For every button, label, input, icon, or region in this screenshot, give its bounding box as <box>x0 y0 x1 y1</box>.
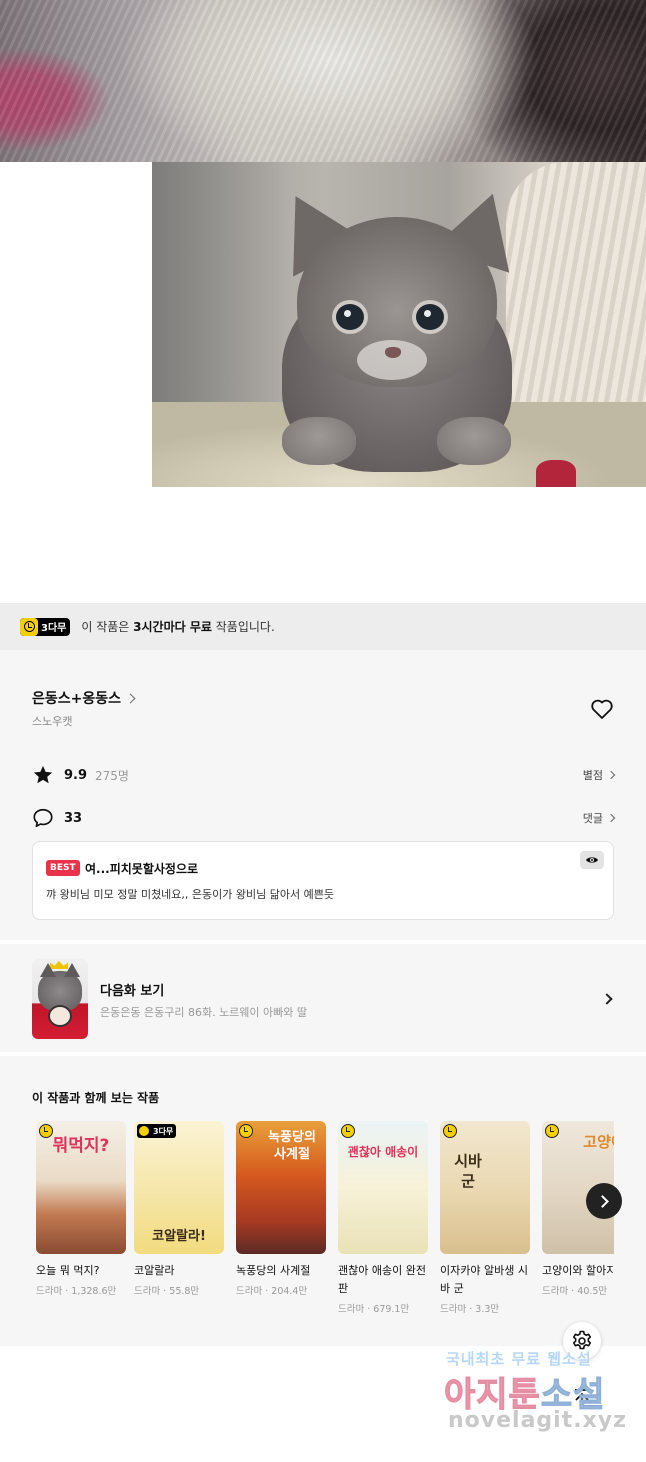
series-title: 은동스+옹동스 <box>32 691 122 707</box>
recommended-title: 녹풍당의 사계절 <box>236 1264 311 1277</box>
recommended-meta: 드라마 · 40.5만 <box>542 1286 608 1297</box>
next-episode-label: 다음화 보기 <box>100 984 165 999</box>
chevron-right-icon <box>595 1194 609 1208</box>
recommended-title: 고양이와 할아지 <box>542 1264 614 1277</box>
chevron-right-icon <box>606 813 616 823</box>
best-comment-author: 여...피치못할사정으로 <box>85 862 199 876</box>
comment-row: 33 댓글 <box>32 807 616 829</box>
comment-bubble-icon <box>33 808 53 828</box>
recommended-cover: 시바 군 <box>440 1121 530 1254</box>
recommended-title: 오늘 뭐 먹지? <box>36 1264 100 1277</box>
recommended-card[interactable]: 시바 군 이자카야 알바생 시바 군 드라마 · 3.3만 <box>440 1121 530 1315</box>
next-episode-row[interactable]: 다음화 보기 은동은동 은동구리 86화. 노르웨이 아빠와 딸 <box>0 944 646 1052</box>
recommended-meta: 드라마 · 679.1만 <box>338 1304 410 1315</box>
rating-count: 275명 <box>95 768 129 783</box>
recommended-cover: 뭐먹지? <box>36 1121 126 1254</box>
carousel-next-button[interactable] <box>586 1183 622 1219</box>
clock-icon <box>239 1124 253 1138</box>
clock-icon <box>545 1124 559 1138</box>
best-comment-card[interactable]: BEST 여...피치못할사정으로 꺄 왕비님 미모 정말 미쳤네요,, 은동이… <box>32 841 614 920</box>
recommended-cover: 녹풍당의 사계절 <box>236 1121 326 1254</box>
recommended-cover: 3다무 코알랄라! <box>134 1121 224 1254</box>
three-hour-free-badge: 3다무 <box>20 617 71 636</box>
comment-count: 33 <box>64 810 83 826</box>
series-author: 스노우캣 <box>32 715 73 728</box>
clock-icon <box>341 1124 355 1138</box>
recommended-card[interactable]: 녹풍당의 사계절 녹풍당의 사계절 드라마 · 204.4만 <box>236 1121 326 1297</box>
recommended-cover: 괜찮아 애송이 <box>338 1121 428 1254</box>
recommended-meta: 드라마 · 1,328.6만 <box>36 1286 117 1297</box>
best-comment-text: 꺄 왕비님 미모 정말 미쳤네요,, 은동이가 왕비님 닮아서 예쁜듯 <box>46 888 334 901</box>
clock-icon <box>20 617 38 636</box>
recommended-card[interactable]: 괜찮아 애송이 괜찮아 애송이 완전판 드라마 · 679.1만 <box>338 1121 428 1315</box>
chevron-right-icon <box>125 693 136 703</box>
recommended-meta: 드라마 · 55.8만 <box>134 1286 200 1297</box>
rating-link[interactable]: 별점 <box>583 767 616 783</box>
recommended-meta: 드라마 · 3.3만 <box>440 1304 500 1315</box>
heart-icon[interactable] <box>590 698 614 720</box>
recommended-title: 괜찮아 애송이 완전판 <box>338 1264 426 1295</box>
eye-icon[interactable] <box>580 851 604 869</box>
recommended-meta: 드라마 · 204.4만 <box>236 1286 308 1297</box>
recommended-carousel[interactable]: 뭐먹지? 오늘 뭐 먹지? 드라마 · 1,328.6만 3다무 코알랄라! 코… <box>36 1121 614 1341</box>
comment-link[interactable]: 댓글 <box>583 810 616 826</box>
next-episode-thumbnail <box>32 959 88 1039</box>
recommended-heading: 이 작품과 함께 보는 작품 <box>32 1091 160 1105</box>
rating-row: 9.9 275명 별점 <box>32 764 616 786</box>
three-hour-free-badge: 3다무 <box>137 1124 177 1138</box>
rating-value: 9.9 <box>64 767 88 783</box>
chevron-right-icon <box>606 770 616 780</box>
series-info-panel: 은동스+옹동스 스노우캣 9.9 275명 별점 33 댓글 BEST 여...… <box>0 650 646 940</box>
recommended-title: 코알랄라 <box>134 1264 175 1277</box>
comic-image-kitten <box>152 162 646 487</box>
clock-icon <box>443 1124 457 1138</box>
site-watermark: 국내최초 무료 웹소설 아지툰소설 novelagit.xyz <box>444 1350 627 1433</box>
star-icon <box>33 765 53 784</box>
series-title-link[interactable]: 은동스+옹동스 <box>32 688 136 708</box>
chevron-right-icon <box>601 993 613 1005</box>
recommended-title: 이자카야 알바생 시바 군 <box>440 1264 528 1295</box>
next-episode-subtitle: 은동은동 은동구리 86화. 노르웨이 아빠와 딸 <box>100 1006 308 1019</box>
recommended-section: 이 작품과 함께 보는 작품 뭐먹지? 오늘 뭐 먹지? 드라마 · 1,328… <box>0 1056 646 1346</box>
recommended-card[interactable]: 3다무 코알랄라! 코알랄라 드라마 · 55.8만 <box>134 1121 224 1297</box>
best-badge: BEST <box>46 860 80 876</box>
free-notice-bar: 3다무 이 작품은 3시간마다 무료 작품입니다. <box>0 603 646 650</box>
comic-image-cat-fur <box>0 0 646 162</box>
free-notice-text: 이 작품은 3시간마다 무료 작품입니다. <box>81 620 275 634</box>
recommended-card[interactable]: 뭐먹지? 오늘 뭐 먹지? 드라마 · 1,328.6만 <box>36 1121 126 1297</box>
